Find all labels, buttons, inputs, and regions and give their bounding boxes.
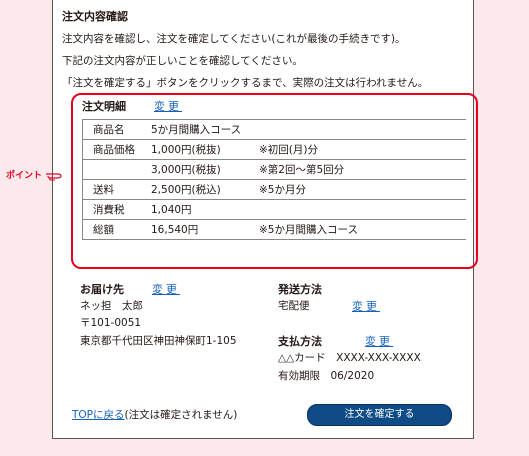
row-label: 商品価格 [82,139,151,160]
row-value: 1,000円(税抜) ※初回(月)分 [151,139,466,160]
row-label: 商品名 [82,119,151,140]
table-row: 消費税 1,040円 [82,199,466,220]
row-value-text: 5か月間購入コース [151,124,242,136]
row-label: 総額 [82,219,151,240]
row-value-text: 3,000円(税抜) [151,164,221,176]
row-value: 3,000円(税抜) ※第2回〜第5回分 [151,159,466,180]
row-value-text: 16,540円 [151,224,199,236]
top-link[interactable]: TOPに戻る [72,409,125,421]
order-details-title: 注文明細 [82,100,126,113]
point-callout: ポイント [6,168,63,181]
shipping-title: 発送方法 [278,283,322,296]
shipping-method: 宅配便 [278,300,310,312]
delivery-address: 東京都千代田区神田神保町1-105 [80,335,237,347]
intro-line-2: 下記の注文内容が正しいことを確認してください。 [62,55,303,67]
table-row: 商品名 5か月間購入コース [82,119,466,140]
back-to-top: TOPに戻る(注文は確定されません) [72,407,237,422]
pointing-hand-icon [46,172,62,180]
row-note: ※5か月間購入コース [259,224,358,236]
payment-card: △△カード XXXX-XXX-XXXX [278,352,421,364]
payment-title: 支払方法 [278,335,322,348]
table-row: 3,000円(税抜) ※第2回〜第5回分 [82,159,466,180]
top-link-note: (注文は確定されません) [124,409,238,421]
row-note: ※初回(月)分 [259,144,318,156]
delivery-postal: 〒101-0051 [80,317,142,329]
row-value: 2,500円(税込) ※5か月分 [151,179,466,200]
row-value-text: 2,500円(税込) [151,184,221,196]
point-label: ポイント [6,171,43,181]
row-label [82,159,151,180]
row-value-text: 1,040円 [151,204,192,216]
table-row: 商品価格 1,000円(税抜) ※初回(月)分 [82,139,466,160]
confirm-order-button[interactable]: 注文を確定する [307,404,452,426]
row-value: 1,040円 [151,199,466,220]
row-label: 消費税 [82,199,151,220]
row-value: 16,540円 ※5か月間購入コース [151,219,466,240]
shipping-change-link[interactable]: 変更 [352,298,380,314]
table-row: 送料 2,500円(税込) ※5か月分 [82,179,466,200]
row-value: 5か月間購入コース [151,119,466,140]
order-details-change-link[interactable]: 変更 [154,98,182,114]
order-details-table: 商品名 5か月間購入コース 商品価格 1,000円(税抜) ※初回(月)分 3,0… [82,119,466,240]
intro-line-1: 注文内容を確認し、注文を確定してください(これが最後の手続きです)。 [62,33,406,45]
row-label: 送料 [82,179,151,200]
page-title: 注文内容確認 [62,10,128,23]
table-row: 総額 16,540円 ※5か月間購入コース [82,219,466,240]
delivery-change-link[interactable]: 変更 [152,281,180,297]
row-note: ※5か月分 [259,184,306,196]
row-note: ※第2回〜第5回分 [259,164,345,176]
row-value-text: 1,000円(税抜) [151,144,221,156]
payment-expiry: 有効期限 06/2020 [278,370,375,382]
delivery-name: ネッ担 太郎 [80,300,143,312]
intro-line-3: 「注文を確定する」ボタンをクリックするまで、実際の注文は行われません。 [62,77,429,89]
payment-change-link[interactable]: 変更 [365,333,393,349]
delivery-title: お届け先 [80,283,124,296]
